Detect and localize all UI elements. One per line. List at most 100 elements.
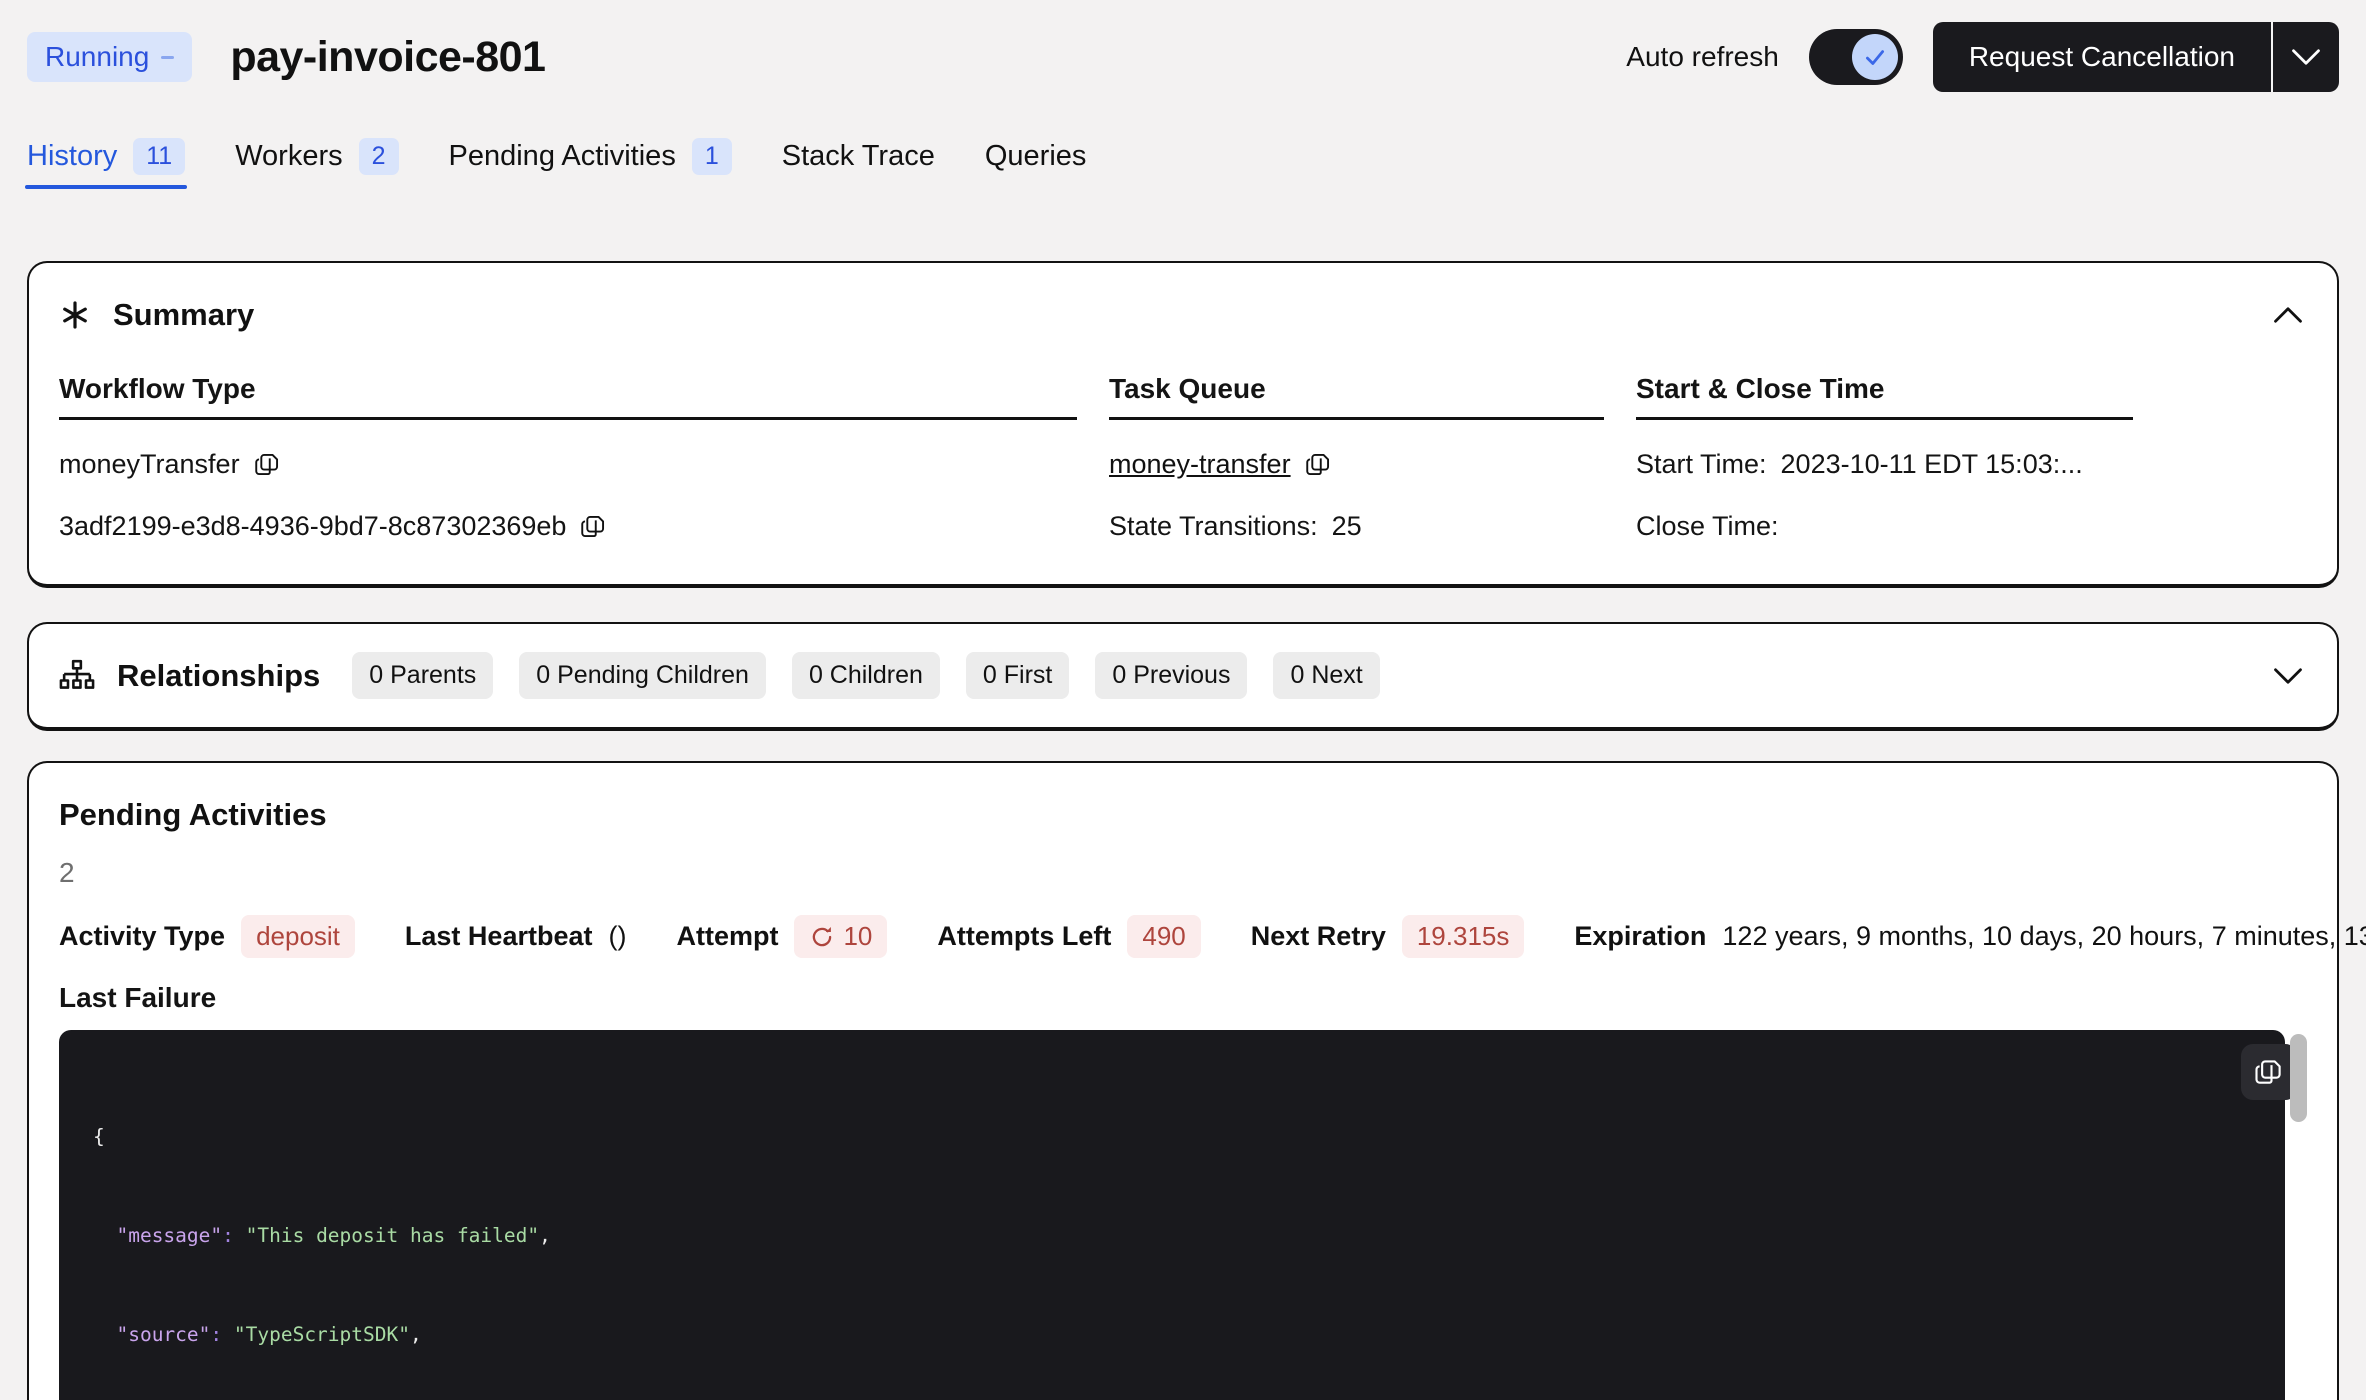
code-line-message: "message": "This deposit has failed",: [93, 1219, 2285, 1252]
attempt-field: Attempt 10: [676, 915, 887, 958]
retry-icon: [809, 924, 835, 950]
code-open-brace: {: [93, 1125, 105, 1148]
pending-activities-count: 2: [59, 857, 2307, 889]
tab-count-badge: 1: [692, 138, 732, 175]
first-badge: 0 First: [966, 652, 1069, 699]
start-time-label: Start Time:: [1636, 449, 1767, 480]
last-heartbeat-label: Last Heartbeat: [405, 921, 593, 952]
previous-badge: 0 Previous: [1095, 652, 1247, 699]
task-queue-header: Task Queue: [1109, 373, 1604, 420]
expiration-value: 122 years, 9 months, 10 days, 20 hours, …: [1722, 921, 2366, 952]
header-actions: Auto refresh Request Cancellation: [1626, 22, 2339, 92]
tab-label: Pending Activities: [449, 140, 676, 173]
state-transitions-label: State Transitions:: [1109, 511, 1318, 542]
activity-type-badge: deposit: [241, 915, 355, 958]
close-time-label: Close Time:: [1636, 511, 1779, 542]
cancellation-options-button[interactable]: [2273, 22, 2339, 92]
page-title: pay-invoice-801: [230, 33, 545, 82]
attempt-label: Attempt: [676, 921, 778, 952]
tab-history[interactable]: History 11: [27, 138, 185, 189]
copy-button[interactable]: [254, 451, 281, 478]
relationships-card[interactable]: Relationships 0 Parents 0 Pending Childr…: [27, 622, 2339, 731]
pending-activities-title: Pending Activities: [59, 797, 2307, 833]
tab-pending-activities[interactable]: Pending Activities 1: [449, 138, 732, 189]
code-copy-button[interactable]: [2241, 1044, 2297, 1100]
chevron-down-icon: [2291, 48, 2321, 66]
attempt-badge: 10: [794, 915, 887, 958]
tab-label: History: [27, 140, 117, 173]
request-cancellation-label: Request Cancellation: [1969, 41, 2235, 73]
tab-queries[interactable]: Queries: [985, 140, 1087, 187]
auto-refresh-label: Auto refresh: [1626, 41, 1779, 73]
parents-badge: 0 Parents: [352, 652, 493, 699]
task-queue-link[interactable]: money-transfer: [1109, 449, 1291, 480]
last-failure-label: Last Failure: [59, 982, 2307, 1014]
org-chart-icon: [59, 658, 95, 694]
pending-children-badge: 0 Pending Children: [519, 652, 766, 699]
page-header: Running pay-invoice-801 Auto refresh Req…: [27, 0, 2339, 92]
state-transitions-value: 25: [1332, 511, 1362, 542]
relationships-title: Relationships: [117, 658, 320, 694]
time-column: Start & Close Time Start Time: 2023-10-1…: [1636, 373, 2133, 544]
request-cancellation-button[interactable]: Request Cancellation: [1933, 22, 2271, 92]
request-cancellation-group: Request Cancellation: [1933, 22, 2339, 92]
status-label: Running: [45, 41, 149, 73]
copy-icon: [254, 451, 281, 478]
copy-icon: [580, 513, 607, 540]
tab-count-badge: 2: [359, 138, 399, 175]
tab-stack-trace[interactable]: Stack Trace: [782, 140, 935, 187]
tab-label: Queries: [985, 140, 1087, 173]
last-heartbeat-value: (): [608, 921, 626, 952]
copy-icon: [1305, 451, 1332, 478]
attempt-value: 10: [843, 921, 872, 952]
workflow-type-column: Workflow Type moneyTransfer 3adf2199-e3d…: [59, 373, 1077, 544]
expiration-field: Expiration 122 years, 9 months, 10 days,…: [1574, 921, 2366, 952]
tab-label: Workers: [235, 140, 342, 173]
last-heartbeat-field: Last Heartbeat (): [405, 921, 627, 952]
workflow-type-header: Workflow Type: [59, 373, 1077, 420]
tab-workers[interactable]: Workers 2: [235, 138, 398, 189]
activity-type-label: Activity Type: [59, 921, 225, 952]
run-id-value: 3adf2199-e3d8-4936-9bd7-8c87302369eb: [59, 511, 566, 542]
tab-count-badge: 11: [133, 138, 185, 175]
activity-type-field: Activity Type deposit: [59, 915, 355, 958]
next-retry-field: Next Retry 19.315s: [1251, 915, 1525, 958]
vertical-scrollbar[interactable]: [2290, 1034, 2307, 1230]
tab-bar: History 11 Workers 2 Pending Activities …: [27, 138, 2339, 189]
toggle-knob: [1852, 34, 1898, 80]
next-badge: 0 Next: [1273, 652, 1379, 699]
expiration-label: Expiration: [1574, 921, 1706, 952]
next-retry-label: Next Retry: [1251, 921, 1386, 952]
attempts-left-badge: 490: [1127, 915, 1200, 958]
next-retry-badge: 19.315s: [1402, 915, 1525, 958]
relationship-badges: 0 Parents 0 Pending Children 0 Children …: [352, 652, 1379, 699]
attempts-left-label: Attempts Left: [937, 921, 1111, 952]
summary-collapse-button[interactable]: [2269, 302, 2307, 328]
copy-button[interactable]: [1305, 451, 1332, 478]
time-header: Start & Close Time: [1636, 373, 2133, 420]
auto-refresh-toggle[interactable]: [1809, 29, 1903, 85]
status-indicator-icon: [161, 56, 174, 59]
copy-button[interactable]: [580, 513, 607, 540]
checkmark-icon: [1862, 44, 1888, 70]
summary-header: Summary: [59, 297, 2307, 333]
tab-label: Stack Trace: [782, 140, 935, 173]
chevron-down-icon: [2273, 667, 2303, 685]
vertical-scrollbar-thumb[interactable]: [2290, 1034, 2307, 1122]
pending-activities-card: Pending Activities 2 Activity Type depos…: [27, 761, 2339, 1400]
activity-summary-row: Activity Type deposit Last Heartbeat () …: [59, 915, 2307, 958]
children-badge: 0 Children: [792, 652, 940, 699]
start-time-value: 2023-10-11 EDT 15:03:...: [1781, 449, 2083, 480]
chevron-up-icon: [2273, 306, 2303, 324]
task-queue-column: Task Queue money-transfer State Transiti…: [1109, 373, 1604, 544]
asterisk-icon: [59, 299, 91, 331]
copy-icon: [2254, 1057, 2284, 1087]
status-badge: Running: [27, 32, 192, 82]
workflow-detail-page: Running pay-invoice-801 Auto refresh Req…: [0, 0, 2366, 1400]
code-line-source: "source": "TypeScriptSDK",: [93, 1318, 2285, 1351]
last-failure-code-block[interactable]: { "message": "This deposit has failed", …: [59, 1030, 2285, 1400]
summary-title: Summary: [113, 297, 254, 333]
attempts-left-field: Attempts Left 490: [937, 915, 1200, 958]
last-failure-code-wrap: { "message": "This deposit has failed", …: [59, 1030, 2285, 1400]
relationships-expand-button[interactable]: [2269, 663, 2307, 689]
